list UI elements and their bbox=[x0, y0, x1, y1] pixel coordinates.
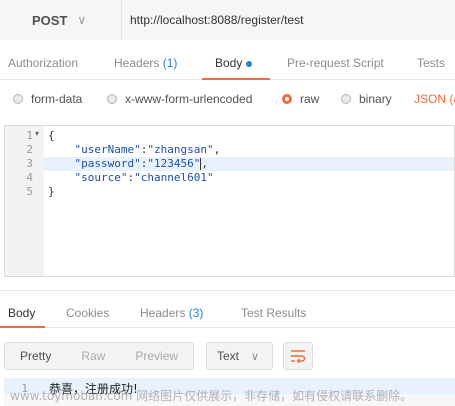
radio-circle-icon bbox=[107, 94, 117, 104]
content-type-select[interactable]: JSON (a bbox=[414, 92, 455, 106]
radio-binary[interactable]: binary bbox=[341, 92, 392, 106]
preview-button[interactable]: Preview bbox=[120, 343, 193, 369]
format-select[interactable]: Text ∨ bbox=[206, 342, 273, 370]
tab-label: Body bbox=[8, 306, 36, 320]
radio-selected-icon bbox=[282, 94, 292, 104]
content-type-label: JSON (a bbox=[414, 92, 455, 106]
fold-arrow-icon[interactable]: ▾ bbox=[35, 129, 39, 138]
json-key: "source" bbox=[74, 171, 128, 184]
chevron-down-icon: ∨ bbox=[251, 350, 260, 363]
line-number: 4 bbox=[26, 171, 33, 184]
active-tab-indicator bbox=[202, 78, 270, 80]
tab-tests[interactable]: Tests bbox=[417, 56, 445, 70]
tab-test-results[interactable]: Test Results bbox=[241, 306, 306, 320]
body-type-options: form-data x-www-form-urlencoded raw bina… bbox=[0, 86, 455, 114]
method-select[interactable]: POST ∨ bbox=[0, 0, 122, 40]
request-bar: POST ∨ http://localhost:8088/register/te… bbox=[0, 0, 455, 40]
radio-raw[interactable]: raw bbox=[282, 92, 319, 106]
tab-label: Tests bbox=[417, 56, 446, 70]
json-value: "channel601" bbox=[134, 171, 214, 184]
tab-authorization[interactable]: Authorization bbox=[8, 56, 78, 70]
tab-headers[interactable]: Headers (1) bbox=[114, 56, 177, 70]
tab-label: Authorization bbox=[8, 56, 79, 70]
button-label: Raw bbox=[81, 349, 106, 363]
view-mode-group: Pretty Raw Preview bbox=[4, 342, 195, 370]
format-label: Text bbox=[217, 349, 240, 363]
method-label: POST bbox=[32, 12, 68, 28]
tab-response-body[interactable]: Body bbox=[8, 306, 35, 320]
json-value: "123456" bbox=[147, 157, 201, 170]
radio-circle-icon bbox=[341, 94, 351, 104]
raw-button[interactable]: Raw bbox=[66, 343, 120, 369]
brace: { bbox=[48, 129, 55, 142]
tab-label: Headers bbox=[140, 306, 186, 320]
tab-label: Test Results bbox=[241, 306, 307, 320]
radio-form-data[interactable]: form-data bbox=[13, 92, 82, 106]
tab-label: Cookies bbox=[66, 306, 110, 320]
json-key: "userName" bbox=[74, 143, 141, 156]
active-tab-indicator bbox=[0, 326, 45, 328]
response-tabs: Body Cookies Headers (3) Test Results bbox=[0, 298, 455, 328]
wrap-lines-button[interactable] bbox=[283, 342, 313, 370]
radio-label: x-www-form-urlencoded bbox=[125, 92, 253, 106]
divider bbox=[0, 290, 455, 291]
code-line-2: "userName":"zhangsan", bbox=[74, 143, 221, 156]
radio-label: raw bbox=[300, 92, 320, 106]
button-label: Pretty bbox=[20, 349, 52, 363]
headers-count: (1) bbox=[162, 56, 178, 70]
modified-dot-icon bbox=[246, 60, 253, 67]
radio-circle-icon bbox=[13, 94, 23, 104]
request-tabs: Authorization Headers (1) Body Pre-reque… bbox=[0, 46, 455, 80]
button-label: Preview bbox=[135, 349, 179, 363]
url-input[interactable]: http://localhost:8088/register/test bbox=[122, 0, 455, 40]
watermark: www.toymoban.com 网络图片仅供展示，非存储，如有侵权请联系删除。 bbox=[10, 389, 413, 403]
json-key: "password" bbox=[74, 157, 141, 170]
radio-urlencoded[interactable]: x-www-form-urlencoded bbox=[107, 92, 252, 106]
line-number: 3 bbox=[26, 157, 33, 170]
radio-label: form-data bbox=[31, 92, 83, 106]
pretty-button[interactable]: Pretty bbox=[5, 343, 67, 369]
json-value: "zhangsan" bbox=[147, 143, 214, 156]
request-body-editor[interactable]: 1 ▾ 2 3 4 5 { "userName":"zhangsan", "pa… bbox=[4, 125, 455, 277]
code-line-1: { bbox=[48, 129, 55, 142]
code-line-3: "password":"123456", bbox=[74, 157, 208, 170]
line-number: 1 bbox=[26, 129, 33, 142]
line-number: 5 bbox=[26, 185, 33, 198]
chevron-down-icon: ∨ bbox=[77, 13, 87, 27]
tab-label: Pre-request Script bbox=[287, 56, 384, 70]
code-line-4: "source":"channel601" bbox=[74, 171, 214, 184]
tab-body[interactable]: Body bbox=[215, 56, 253, 70]
tab-cookies[interactable]: Cookies bbox=[66, 306, 109, 320]
headers-count: (3) bbox=[188, 306, 204, 320]
brace: } bbox=[48, 185, 55, 198]
tab-label: Body bbox=[215, 56, 243, 70]
tab-pre-request-script[interactable]: Pre-request Script bbox=[287, 56, 384, 70]
tab-label: Headers bbox=[114, 56, 160, 70]
line-number: 2 bbox=[26, 143, 33, 156]
wrap-lines-icon bbox=[291, 350, 306, 363]
tab-response-headers[interactable]: Headers (3) bbox=[140, 306, 203, 320]
radio-label: binary bbox=[359, 92, 392, 106]
text-cursor bbox=[200, 158, 202, 170]
code-line-5: } bbox=[48, 185, 55, 198]
url-text: http://localhost:8088/register/test bbox=[130, 13, 304, 27]
